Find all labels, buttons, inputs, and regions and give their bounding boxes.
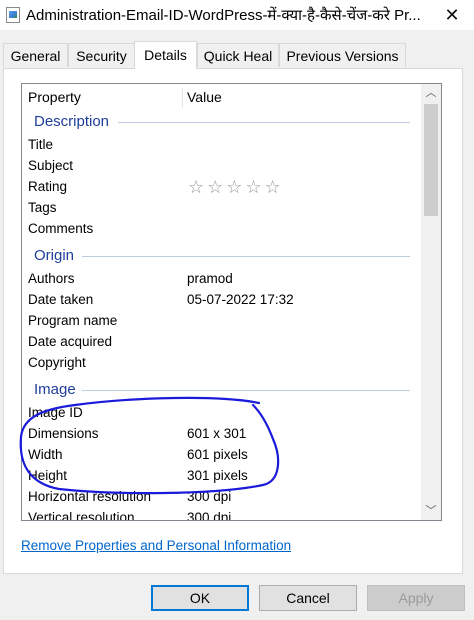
value-date-taken[interactable]: 05-07-2022 17:32 [187,292,294,307]
property-tags[interactable]: Tags [28,200,57,215]
column-header-property[interactable]: Property [28,89,81,105]
column-divider[interactable] [182,88,183,108]
cancel-button[interactable]: Cancel [259,585,357,611]
property-date-taken[interactable]: Date taken [28,292,93,307]
property-comments[interactable]: Comments [28,221,93,236]
property-title[interactable]: Title [28,137,53,152]
property-subject[interactable]: Subject [28,158,73,173]
ok-button[interactable]: OK [151,585,249,611]
property-dimensions[interactable]: Dimensions [28,426,99,441]
tab-general[interactable]: General [3,43,68,67]
vertical-scrollbar[interactable]: ︿ ﹀ [421,84,441,520]
tab-strip: General Security Details Quick Heal Prev… [0,41,474,69]
property-width[interactable]: Width [28,447,63,462]
group-origin: Origin [34,247,75,264]
property-vertical-resolution[interactable]: Vertical resolution [28,510,135,520]
tab-details[interactable]: Details [134,41,197,69]
property-image-id[interactable]: Image ID [28,405,83,420]
column-header-value[interactable]: Value [187,89,222,105]
scroll-up-arrow-icon[interactable]: ︿ [421,84,441,102]
rating-stars[interactable]: ☆☆☆☆☆ [188,177,284,198]
title-bar: Administration-Email-ID-WordPress-में-क्… [0,0,474,30]
group-divider [82,390,410,391]
group-divider [118,122,410,123]
window-title: Administration-Email-ID-WordPress-में-क्… [26,7,421,24]
property-horizontal-resolution[interactable]: Horizontal resolution [28,489,151,504]
property-list[interactable]: Property Value Description Title Subject… [21,83,442,521]
property-date-acquired[interactable]: Date acquired [28,334,112,349]
property-authors[interactable]: Authors [28,271,75,286]
value-horizontal-resolution[interactable]: 300 dpi [187,489,231,504]
property-rating[interactable]: Rating [28,179,67,194]
value-authors[interactable]: pramod [187,271,233,286]
property-copyright[interactable]: Copyright [28,355,86,370]
group-image: Image [34,381,76,398]
apply-button[interactable]: Apply [367,585,465,611]
scrollbar-thumb[interactable] [424,104,438,216]
remove-properties-link[interactable]: Remove Properties and Personal Informati… [21,538,291,553]
property-height[interactable]: Height [28,468,67,483]
group-description: Description [34,113,110,130]
tab-previous-versions[interactable]: Previous Versions [279,43,406,67]
close-icon[interactable]: ✕ [438,3,466,27]
tab-security[interactable]: Security [68,43,135,67]
value-height[interactable]: 301 pixels [187,468,248,483]
property-program-name[interactable]: Program name [28,313,117,328]
tab-quick-heal[interactable]: Quick Heal [197,43,279,67]
image-file-icon [6,7,20,23]
group-divider [82,256,410,257]
value-width[interactable]: 601 pixels [187,447,248,462]
value-dimensions[interactable]: 601 x 301 [187,426,246,441]
value-vertical-resolution[interactable]: 300 dpi [187,510,231,520]
property-list-content: Property Value Description Title Subject… [22,84,420,520]
scroll-down-arrow-icon[interactable]: ﹀ [421,502,441,520]
